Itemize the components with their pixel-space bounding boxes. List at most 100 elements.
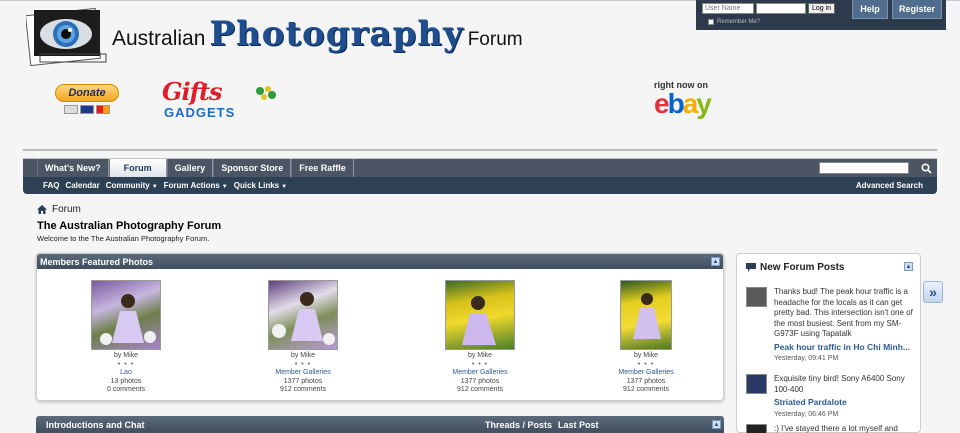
donate-ad[interactable]: Donate [55,84,121,120]
new-posts-sidebar: New Forum Posts ▲ Thanks bud! The peak h… [736,253,921,433]
featured-photo[interactable]: by Mike • • • Lao 13 photos 0 comments [56,280,196,395]
remember-checkbox[interactable] [708,19,714,25]
eye-logo-icon[interactable] [26,6,110,66]
caret-down-icon: ▼ [151,184,158,190]
photo-thumbnail[interactable] [91,280,161,350]
speech-bubble-icon [746,263,756,272]
featured-photo[interactable]: by Mike • • • Member Galleries 1377 phot… [576,280,716,395]
photo-count: 13 photos [110,377,142,385]
photo-author: by Mike [113,352,139,359]
post-time: Yesterday, 09:41 PM [774,355,839,362]
site-logo-text[interactable]: Australian Photography Forum [112,14,523,54]
subnav-faq[interactable]: FAQ [40,181,62,190]
logo-word-forum: Forum [467,29,523,50]
breadcrumb: Forum [37,204,81,215]
collapse-icon[interactable]: ▲ [904,262,913,271]
subnav-community[interactable]: Community ▼ [103,181,161,190]
collapse-icon[interactable]: ▲ [711,257,720,266]
subnav-calendar[interactable]: Calendar [62,181,102,190]
help-button[interactable]: Help [852,0,888,19]
comment-count: 912 comments [457,386,503,393]
girl-photo-icon [100,294,156,345]
comment-count: 0 comments [106,386,146,393]
collapse-icon[interactable]: ▲ [712,420,721,429]
subnav-forum-actions[interactable]: Forum Actions ▼ [161,181,231,190]
gallery-link[interactable]: Member Galleries [576,369,716,378]
visa-card-icon [80,105,94,114]
photo-author: by Mike [467,352,493,359]
gallery-link[interactable]: Member Galleries [233,369,373,378]
post-body: Thanks bud! The peak hour traffic is a h… [774,287,916,365]
tab-free-raffle[interactable]: Free Raffle [291,159,354,177]
flower-icon [256,86,276,100]
sub-navbar: FAQ Calendar Community ▼ Forum Actions ▼ Q… [23,177,937,194]
breadcrumb-forum[interactable]: Forum [52,204,81,215]
ebay-ad[interactable]: right now on ebay [654,80,712,118]
gallery-link[interactable]: Lao [56,369,196,378]
subnav-quick-links[interactable]: Quick Links ▼ [231,181,290,190]
photo-dots: • • • [294,360,312,368]
comment-count: 912 comments [280,386,326,393]
comment-count: 912 comments [623,386,669,393]
sidebar-header: New Forum Posts [746,262,844,273]
photo-thumbnail[interactable] [268,280,338,350]
page-title: The Australian Photography Forum [37,220,222,232]
sidebar-toggle-icon[interactable]: » [923,281,943,303]
post-body: Exquisite tiny bird! Sony A6400 Sony 100… [774,374,916,420]
remember-me[interactable]: Remember Me? [708,19,760,25]
featured-title: Members Featured Photos [40,256,154,267]
sidebar-title: New Forum Posts [760,262,845,273]
post-title-link[interactable]: Peak hour traffic in Ho Chi Minh... [774,342,916,353]
girl-photo-icon [272,292,335,345]
gifts-word: Gifts [162,77,223,106]
featured-photo[interactable]: by Mike • • • Member Galleries 1377 phot… [410,280,550,395]
advanced-search-link[interactable]: Advanced Search [856,181,923,190]
tab-whats-new[interactable]: What's New? [37,159,109,177]
tab-forum[interactable]: Forum [108,159,167,177]
donate-button[interactable]: Donate [55,84,119,102]
login-row: Log in [702,3,836,14]
subnav-items: FAQ Calendar Community ▼ Forum Actions ▼ Q… [40,177,290,194]
caret-down-icon: ▼ [221,184,228,190]
header-divider [23,149,937,151]
avatar[interactable] [746,424,767,433]
featured-header: Members Featured Photos ▲ [37,254,723,269]
gifts-gadgets-ad[interactable]: Gifts GADGETS [162,77,282,121]
avatar[interactable] [746,287,767,307]
post-body: :) I've stayed there a lot myself and [774,424,916,433]
photo-thumbnail[interactable] [445,280,515,350]
caret-down-icon: ▼ [281,184,288,190]
mastercard-icon [96,105,110,114]
avatar[interactable] [746,374,767,394]
register-button[interactable]: Register [892,0,942,19]
search-input[interactable] [819,162,909,174]
photo-dots: • • • [637,360,655,368]
home-icon[interactable] [37,205,47,214]
password-input[interactable] [756,3,806,14]
photo-count: 1377 photos [626,377,666,385]
girl-photo-icon [633,293,661,339]
photo-thumbnail[interactable] [620,280,672,350]
tab-sponsor-store[interactable]: Sponsor Store [213,159,292,177]
nav-tabs: What's New? Forum Gallery Sponsor Store … [37,159,354,177]
photo-author: by Mike [633,352,659,359]
post-excerpt: Exquisite tiny bird! Sony A6400 Sony 100… [774,374,905,394]
login-button[interactable]: Log in [808,3,836,14]
post-title-link[interactable]: Striated Pardalote [774,397,916,408]
featured-photo[interactable]: by Mike • • • Member Galleries 1377 phot… [233,280,373,395]
remember-label: Remember Me? [717,19,761,25]
bank-card-icon [64,105,78,114]
photo-author: by Mike [290,352,316,359]
logo-word-australian: Australian [112,27,206,50]
photo-count: 1377 photos [283,377,323,385]
featured-photos-panel: Members Featured Photos ▲ by Mike • • • … [36,253,724,401]
section-title[interactable]: Introductions and Chat [46,420,145,430]
photo-count: 1377 photos [460,377,500,385]
logo-word-photography: Photography [209,14,464,54]
search-button[interactable] [918,160,934,176]
gallery-link[interactable]: Member Galleries [410,369,550,378]
post-time: Yesterday, 06:46 PM [774,410,839,418]
username-input[interactable] [702,3,754,14]
post-excerpt: :) I've stayed there a lot myself and [774,424,898,433]
tab-gallery[interactable]: Gallery [166,159,214,177]
